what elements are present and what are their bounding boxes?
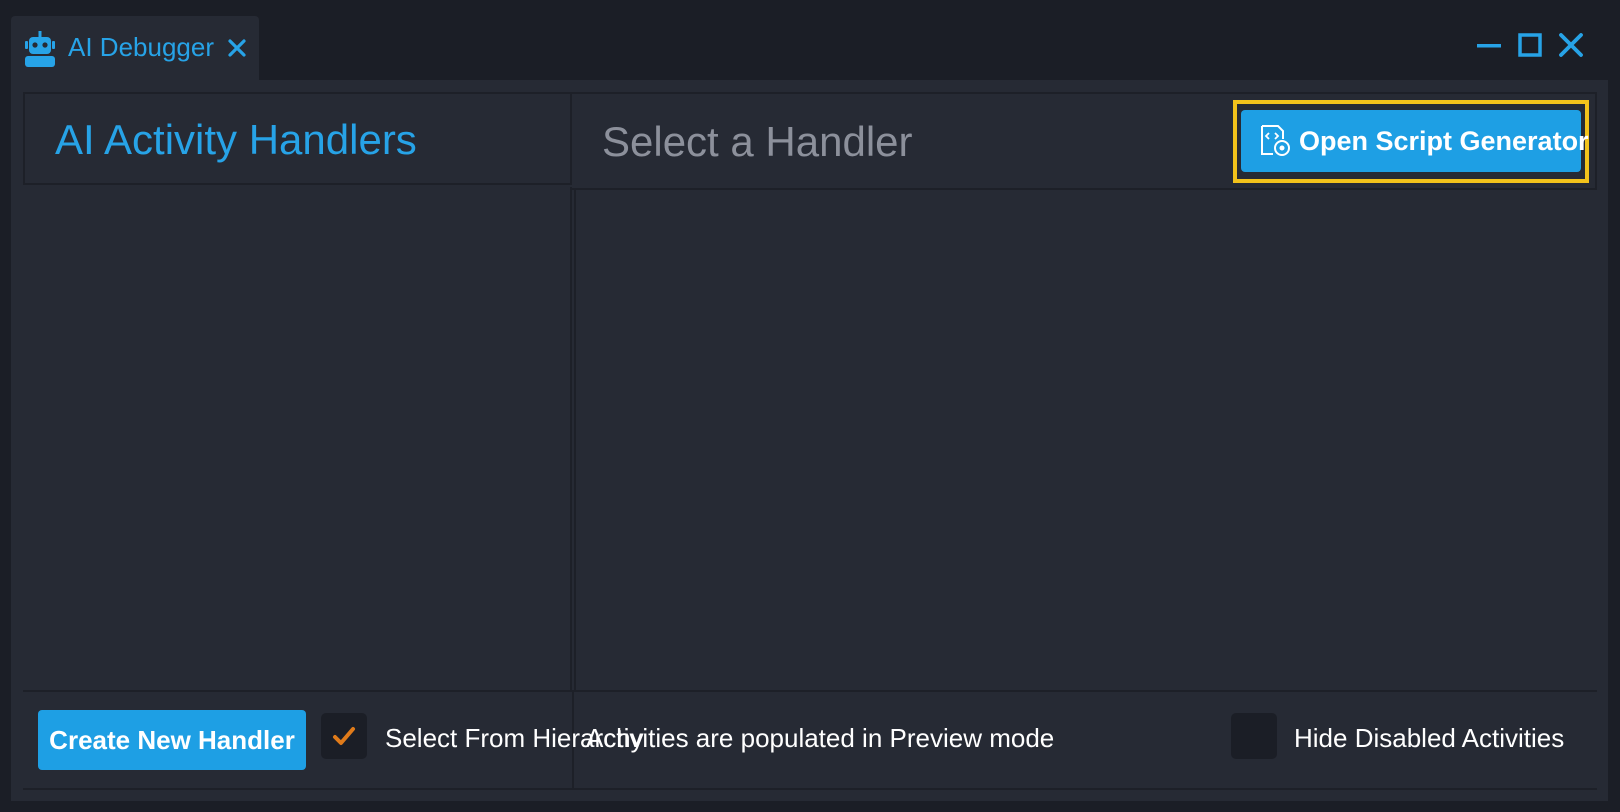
checkmark-icon [333, 727, 355, 745]
handlers-header: AI Activity Handlers [23, 92, 572, 185]
tab-title: AI Debugger [68, 32, 214, 62]
tab-ai-debugger[interactable]: AI Debugger [11, 16, 259, 80]
handler-detail-title: Select a Handler [602, 118, 913, 165]
handler-detail-area [574, 190, 1597, 692]
minimize-icon[interactable] [1476, 32, 1502, 58]
tab-bar: AI Debugger [0, 0, 1620, 80]
handlers-list[interactable] [23, 187, 572, 692]
open-script-generator-button[interactable]: Open Script Generator [1241, 110, 1589, 172]
tab-close-icon[interactable] [226, 37, 248, 59]
hide-disabled-activities-checkbox[interactable] [1231, 713, 1277, 759]
select-from-hierarchy-checkbox[interactable] [321, 713, 367, 759]
close-icon[interactable] [1558, 32, 1584, 58]
create-new-handler-label: Create New Handler [49, 725, 295, 755]
maximize-icon[interactable] [1517, 32, 1543, 58]
create-new-handler-button[interactable]: Create New Handler [38, 710, 306, 770]
robot-icon [25, 31, 55, 67]
hide-disabled-activities-label: Hide Disabled Activities [1294, 723, 1565, 753]
script-generator-icon [1261, 125, 1290, 156]
open-script-generator-label: Open Script Generator [1299, 126, 1589, 156]
handlers-title: AI Activity Handlers [55, 116, 417, 163]
preview-mode-status-text: Activities are populated in Preview mode [586, 723, 1055, 753]
